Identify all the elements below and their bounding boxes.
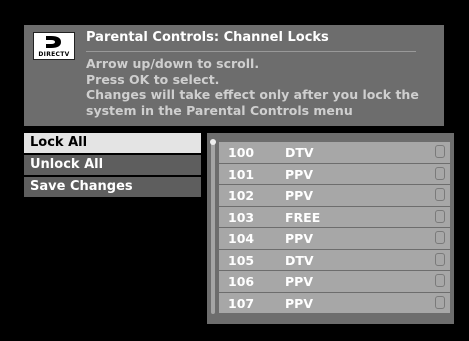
scrollbar-thumb[interactable] xyxy=(210,139,216,145)
channel-type: DTV xyxy=(285,145,314,160)
lock-checkbox-icon[interactable] xyxy=(435,166,445,180)
channel-row[interactable]: 102 PPV xyxy=(219,185,450,206)
logo-text: DIRECTV xyxy=(38,51,70,58)
lock-checkbox-icon[interactable] xyxy=(435,274,445,287)
channel-row[interactable]: 107 PPV xyxy=(219,292,450,313)
channel-number: 103 xyxy=(228,209,255,225)
channel-type: FREE xyxy=(285,209,321,225)
channel-number: 101 xyxy=(228,166,255,182)
instruction-line: system in the Parental Controls menu xyxy=(86,102,353,118)
channel-type: DTV xyxy=(285,252,314,268)
channel-number: 102 xyxy=(228,188,255,203)
instructions: Arrow up/down to scroll. Press OK to sel… xyxy=(86,56,419,118)
instruction-line: Changes will take effect only after you … xyxy=(86,87,419,102)
channel-type: PPV xyxy=(285,166,313,182)
channel-number: 100 xyxy=(228,145,255,160)
channel-row[interactable]: 100 DTV xyxy=(219,142,450,163)
action-menu: Lock All Unlock All Save Changes xyxy=(24,133,201,199)
channel-list: 100 DTV 101 PPV 102 PPV 103 FREE 104 PPV… xyxy=(219,142,450,314)
channel-row[interactable]: 106 PPV xyxy=(219,271,450,292)
lock-checkbox-icon[interactable] xyxy=(435,231,445,244)
header-panel: DIRECTV Parental Controls: Channel Locks… xyxy=(24,25,444,126)
directv-logo: DIRECTV xyxy=(33,32,75,60)
channel-row[interactable]: 103 FREE xyxy=(219,206,450,227)
channel-number: 105 xyxy=(228,252,255,268)
page-title: Parental Controls: Channel Locks xyxy=(86,30,329,45)
lock-checkbox-icon[interactable] xyxy=(435,209,445,223)
title-divider xyxy=(86,51,416,52)
lock-checkbox-icon[interactable] xyxy=(435,145,445,158)
scrollbar[interactable] xyxy=(210,139,216,314)
channel-row[interactable]: 105 DTV xyxy=(219,249,450,270)
channel-row[interactable]: 104 PPV xyxy=(219,228,450,249)
instruction-line: Press OK to select. xyxy=(86,71,220,87)
channel-number: 106 xyxy=(228,274,255,289)
lock-checkbox-icon[interactable] xyxy=(435,188,445,201)
channel-row[interactable]: 101 PPV xyxy=(219,163,450,184)
unlock-all-button[interactable]: Unlock All xyxy=(24,155,201,175)
directv-logo-icon xyxy=(46,36,61,48)
lock-checkbox-icon[interactable] xyxy=(435,295,445,309)
lock-all-button[interactable]: Lock All xyxy=(24,133,201,153)
channel-number: 104 xyxy=(228,231,255,246)
channel-type: PPV xyxy=(285,274,313,289)
save-changes-button[interactable]: Save Changes xyxy=(24,177,201,197)
channel-type: PPV xyxy=(285,231,313,246)
instruction-line: Arrow up/down to scroll. xyxy=(86,56,260,71)
channel-number: 107 xyxy=(228,295,255,311)
channel-type: PPV xyxy=(285,295,313,311)
channel-type: PPV xyxy=(285,188,313,203)
channel-list-panel: 100 DTV 101 PPV 102 PPV 103 FREE 104 PPV… xyxy=(207,133,454,324)
lock-checkbox-icon[interactable] xyxy=(435,252,445,266)
